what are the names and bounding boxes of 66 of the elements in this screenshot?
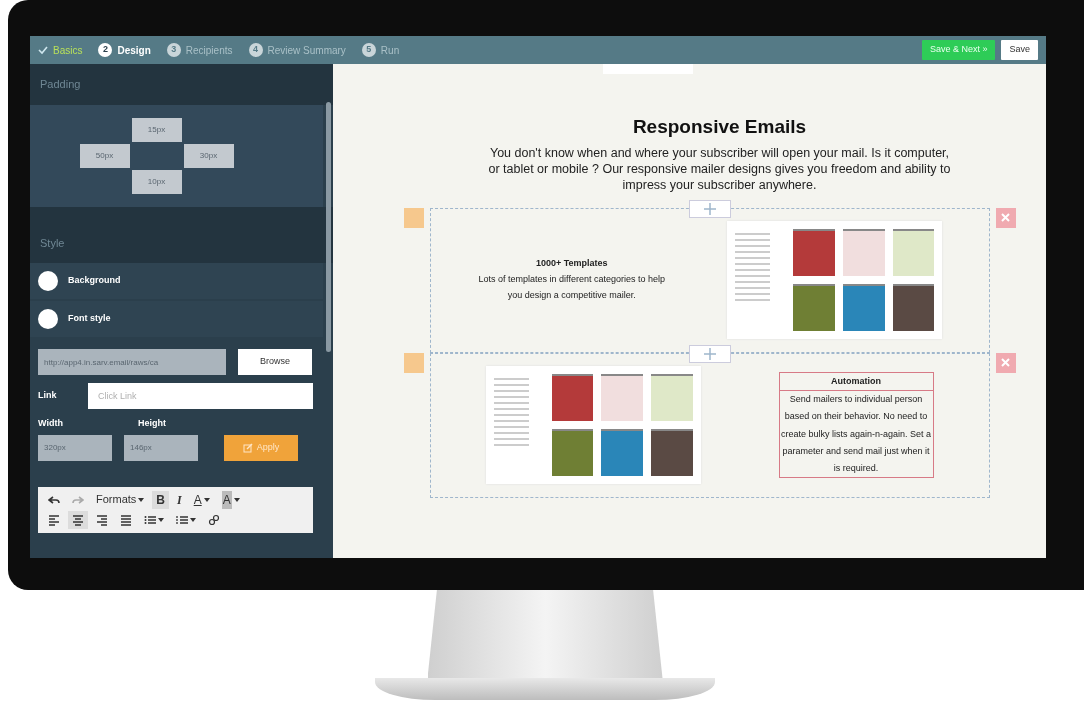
size-field[interactable]: 320px	[38, 434, 112, 461]
close-icon	[1001, 358, 1010, 368]
italic-button[interactable]: I	[173, 490, 186, 509]
save-next-button[interactable]: Save & Next »	[921, 40, 996, 60]
caret-icon	[233, 497, 240, 502]
save-button[interactable]: Save	[1001, 40, 1038, 60]
step-number: 5	[361, 43, 376, 57]
option-label: Background	[68, 274, 121, 288]
block-text: Lots of templates in different categories to help you design a competitive mailer.	[477, 273, 666, 302]
padding-field[interactable]: 50px	[79, 143, 130, 168]
color-swatch[interactable]	[38, 309, 58, 329]
check-icon	[38, 45, 48, 55]
align-left-icon	[48, 513, 60, 526]
edit-icon	[242, 442, 253, 453]
caret-icon	[190, 517, 196, 522]
step-number: 4	[248, 43, 263, 57]
link-field[interactable]: Click Link	[88, 383, 313, 409]
block-text: Send mailers to individual person based on their behavior. No need to create bulky lists again-n-again. Set a parameter and send mail just when it is required.	[779, 393, 933, 475]
block-title: 1000+ Templates	[534, 257, 609, 271]
caret-icon	[138, 497, 145, 502]
align-right-icon	[96, 513, 108, 526]
wizard-step[interactable]: Design	[117, 42, 151, 58]
redo-icon	[72, 493, 84, 506]
close-icon	[1001, 213, 1010, 223]
step-number: 3	[166, 43, 181, 57]
step-number: 2	[98, 43, 113, 57]
section-header: Style	[30, 206, 333, 263]
block-title: Automation	[779, 373, 933, 392]
highlight-button[interactable]: A	[217, 490, 244, 509]
caret-icon	[158, 517, 164, 522]
padding-field[interactable]: 10px	[131, 169, 182, 194]
align-center-icon	[72, 513, 84, 526]
bold-button[interactable]: B	[152, 490, 169, 509]
wizard-step[interactable]: Review Summary	[267, 42, 346, 58]
color-button[interactable]: A	[189, 490, 214, 509]
wizard-step[interactable]: Recipients	[185, 42, 233, 58]
style-option[interactable]: Font style	[30, 301, 323, 337]
drag-handle[interactable]	[403, 207, 424, 228]
padding-field[interactable]: 30px	[183, 143, 234, 168]
field-label: Link	[38, 389, 58, 403]
field-label: Width	[38, 417, 64, 430]
link-icon	[208, 513, 220, 526]
formats-dropdown[interactable]: Formats	[92, 490, 149, 509]
scrollbar[interactable]	[326, 102, 331, 352]
color-swatch[interactable]	[38, 271, 58, 291]
section-header: Padding	[30, 64, 333, 105]
plus-icon	[703, 202, 716, 215]
padding-field[interactable]: 15px	[131, 117, 182, 142]
url-field[interactable]: http://app4.in.sarv.email/raws/ca	[38, 349, 226, 375]
browse-button[interactable]: Browse	[238, 349, 312, 375]
caret-icon	[203, 497, 210, 502]
plus-icon	[703, 347, 716, 360]
undo-icon	[48, 493, 60, 506]
drag-handle[interactable]	[403, 352, 424, 373]
email-heading: Responsive Emails	[632, 116, 807, 139]
bullet-list-icon	[144, 513, 156, 526]
size-field[interactable]: 146px	[124, 434, 198, 461]
wizard-step[interactable]: Run	[380, 42, 400, 58]
field-label: Height	[138, 417, 167, 430]
numbered-list-icon	[176, 513, 188, 526]
email-intro: You don't know when and where your subscriber will open your mail. Is it computer, or tablet or mobile ? Our responsive mailer designs gives you freedom and ability to impress your subscriber anywhere.	[487, 144, 952, 194]
wizard-step[interactable]: Basics	[53, 42, 83, 58]
style-option[interactable]: Background	[30, 263, 323, 299]
option-label: Font style	[68, 312, 111, 326]
justify-icon	[120, 513, 132, 526]
align-center-button[interactable]	[68, 510, 88, 529]
